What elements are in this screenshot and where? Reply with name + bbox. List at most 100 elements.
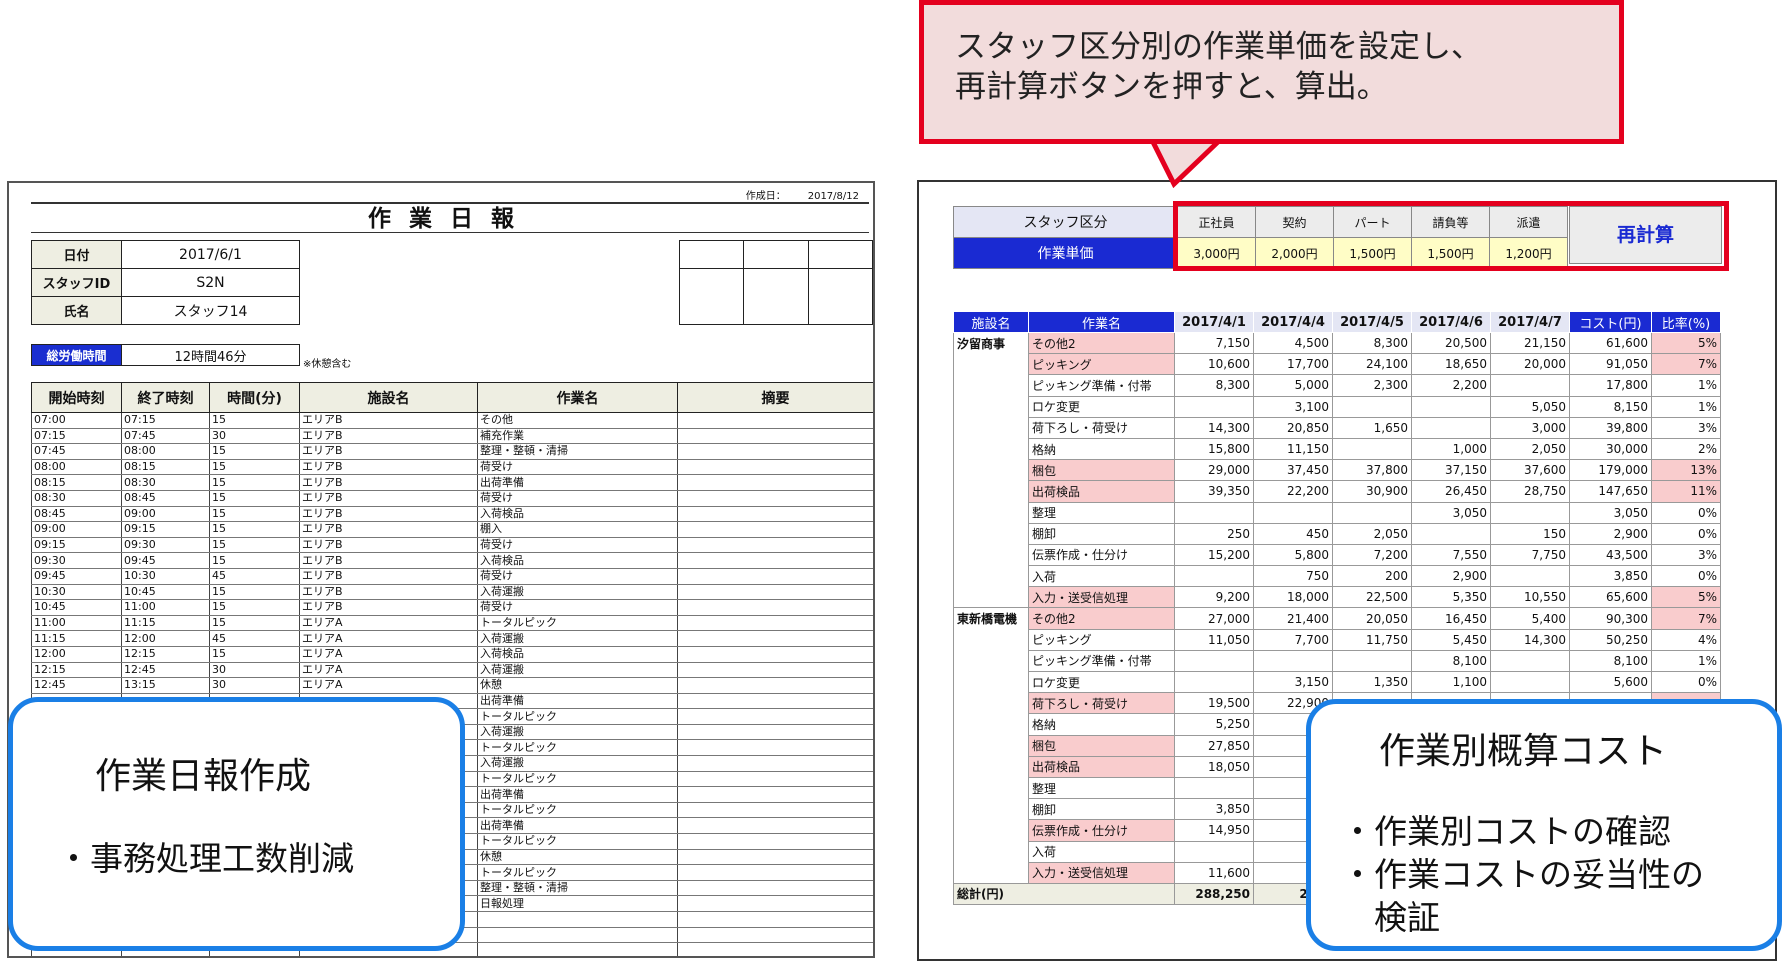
cost-row: 出荷検品 39,350 22,200 30,900 26,450 28,750 147,65…	[953, 480, 1721, 503]
cost-cell: 179,000	[1569, 459, 1652, 482]
cost-cell: 20,000	[1490, 353, 1570, 376]
log-cell: 休憩	[477, 849, 678, 866]
cost-cell: 3,850	[1569, 565, 1652, 588]
cost-row: ロケ変更 3,150 1,350 1,100 5,600 0%	[953, 670, 1721, 694]
log-cell	[677, 521, 873, 538]
log-cell: 08:00	[31, 459, 122, 476]
cost-cell: 10,550	[1490, 586, 1570, 609]
cost-cell	[1411, 416, 1491, 439]
approval-stamp-boxes	[678, 240, 873, 325]
log-cell	[677, 739, 873, 757]
cost-cell: 50,250	[1569, 628, 1652, 651]
log-cell: 07:15	[31, 428, 122, 445]
cost-cell: 0%	[1651, 670, 1721, 694]
name-value: スタッフ14	[121, 296, 300, 325]
cost-cell: 11,750	[1332, 628, 1412, 651]
task-name: ピッキング	[1028, 628, 1175, 651]
cost-cell: 14,950	[1174, 819, 1254, 842]
facility-name	[953, 756, 1029, 778]
log-cell: エリアB	[299, 568, 478, 585]
log-cell: 30	[209, 677, 300, 694]
cost-callout: 作業別概算コスト ・作業別コストの確認 ・作業コストの妥当性の 検証	[1306, 699, 1782, 951]
cost-cell: 3,050	[1411, 501, 1491, 524]
total-hours-note: ※休憩含む	[303, 359, 352, 370]
cost-cell: 150	[1490, 522, 1570, 545]
log-cell: 08:45	[31, 506, 122, 523]
log-row: 07:15 07:45 30 エリアB 補充作業	[31, 428, 873, 445]
cost-cell: 37,150	[1411, 459, 1491, 482]
task-name: 入荷	[1028, 840, 1175, 863]
cost-row: 整理 3,050 3,050 0%	[953, 501, 1721, 524]
task-name: 荷下ろし・荷受け	[1028, 692, 1175, 715]
cost-cell: 39,800	[1569, 416, 1652, 439]
log-cell: トータルピック	[477, 739, 678, 757]
task-name: 棚卸	[1028, 522, 1175, 545]
log-cell: 12:15	[121, 646, 210, 663]
log-col-header: 施設名	[299, 382, 478, 413]
cost-col-header: コスト(円)	[1569, 311, 1652, 333]
cost-cell: 5,000	[1253, 374, 1333, 397]
log-cell: 出荷準備	[477, 817, 678, 835]
log-cell: 15	[209, 552, 300, 569]
cost-cell: 7,550	[1411, 543, 1491, 567]
facility-name	[953, 353, 1029, 375]
cost-cell: 16,450	[1411, 607, 1491, 630]
facility-name	[953, 819, 1029, 841]
cost-cell: 1,350	[1332, 670, 1412, 694]
cost-cell: 30,000	[1569, 437, 1652, 461]
log-cell: 入荷運搬	[477, 584, 678, 601]
log-cell	[677, 537, 873, 554]
cost-cell: 3,150	[1253, 670, 1333, 694]
cost-cell: 30,900	[1332, 480, 1412, 503]
cost-cell: 200	[1332, 565, 1412, 588]
task-name: ロケ変更	[1028, 670, 1175, 694]
log-row: 09:15 09:30 15 エリアB 荷受け	[31, 537, 873, 554]
cost-cell: 61,600	[1569, 331, 1652, 355]
log-cell: 荷受け	[477, 568, 678, 585]
report-callout: 作業日報作成 ・事務処理工数削減	[8, 697, 465, 951]
cost-row: 入力・送受信処理 9,200 18,000 22,500 5,350 10,550 65,6…	[953, 586, 1721, 609]
log-cell: エリアB	[299, 428, 478, 445]
total-hours-table: 総労働時間 12時間46分	[31, 344, 300, 366]
log-cell: 07:00	[31, 412, 122, 429]
log-row: 07:45 08:00 15 エリアB 整理・整頓・清掃	[31, 443, 873, 460]
cost-cell: 3%	[1651, 416, 1721, 439]
log-cell: エリアB	[299, 552, 478, 569]
log-cell: 整理・整頓・清掃	[477, 880, 678, 897]
task-name: 伝票作成・仕分け	[1028, 543, 1175, 567]
log-cell: エリアB	[299, 459, 478, 476]
log-cell: 15	[209, 412, 300, 429]
log-cell: 09:45	[31, 568, 122, 585]
log-cell: 入荷運搬	[477, 662, 678, 679]
cost-cell: 5,250	[1174, 713, 1254, 736]
facility-name	[953, 671, 1029, 693]
report-callout-bullet: ・事務処理工数削減	[57, 839, 354, 878]
staff-category-label: スタッフ区分	[953, 206, 1178, 238]
facility-name	[953, 523, 1029, 545]
log-cell	[677, 552, 873, 569]
cost-cell: 11,050	[1174, 628, 1254, 651]
cost-row: 格納 15,800 11,150 1,000 2,050 30,000 2%	[953, 437, 1721, 461]
cost-row: 棚卸 250 450 2,050 150 2,900 0%	[953, 522, 1721, 545]
cost-cell: 21,400	[1253, 607, 1333, 630]
log-cell: トータルピック	[477, 615, 678, 632]
cost-cell: 7,750	[1490, 543, 1570, 567]
cost-cell: 11%	[1651, 480, 1721, 503]
cost-cell: 1%	[1651, 374, 1721, 397]
cost-cell: 1%	[1651, 649, 1721, 673]
cost-cell: 37,800	[1332, 459, 1412, 482]
log-cell	[477, 942, 678, 956]
cost-callout-title: 作業別概算コスト	[1379, 731, 1668, 772]
log-cell: 12:15	[31, 662, 122, 679]
log-cell	[677, 864, 873, 881]
date-label: 日付	[31, 240, 122, 269]
cost-cell: 18,000	[1253, 586, 1333, 609]
log-cell	[677, 771, 873, 788]
facility-name	[953, 586, 1029, 608]
task-name: ロケ変更	[1028, 395, 1175, 418]
cost-cell: 91,050	[1569, 353, 1652, 376]
cost-cell: 5%	[1651, 586, 1721, 609]
cost-row: ピッキング 10,600 17,700 24,100 18,650 20,000 91,05…	[953, 353, 1721, 376]
log-cell	[677, 833, 873, 850]
log-cell: エリアA	[299, 630, 478, 647]
